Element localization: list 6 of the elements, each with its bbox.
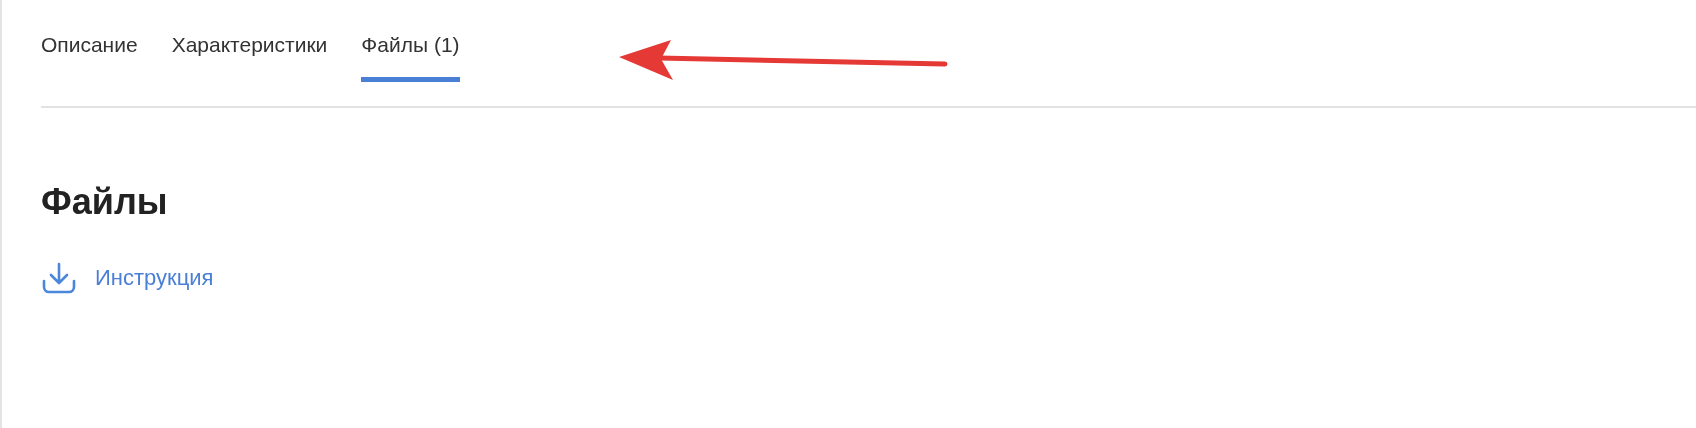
tab[interactable]: Характеристики bbox=[171, 33, 328, 82]
download-icon bbox=[41, 262, 77, 294]
download-link[interactable]: Инструкция bbox=[41, 262, 214, 294]
tab[interactable]: Файлы (1) bbox=[361, 33, 460, 82]
section-heading: Файлы bbox=[41, 184, 169, 220]
tab[interactable]: Описание bbox=[41, 33, 138, 82]
